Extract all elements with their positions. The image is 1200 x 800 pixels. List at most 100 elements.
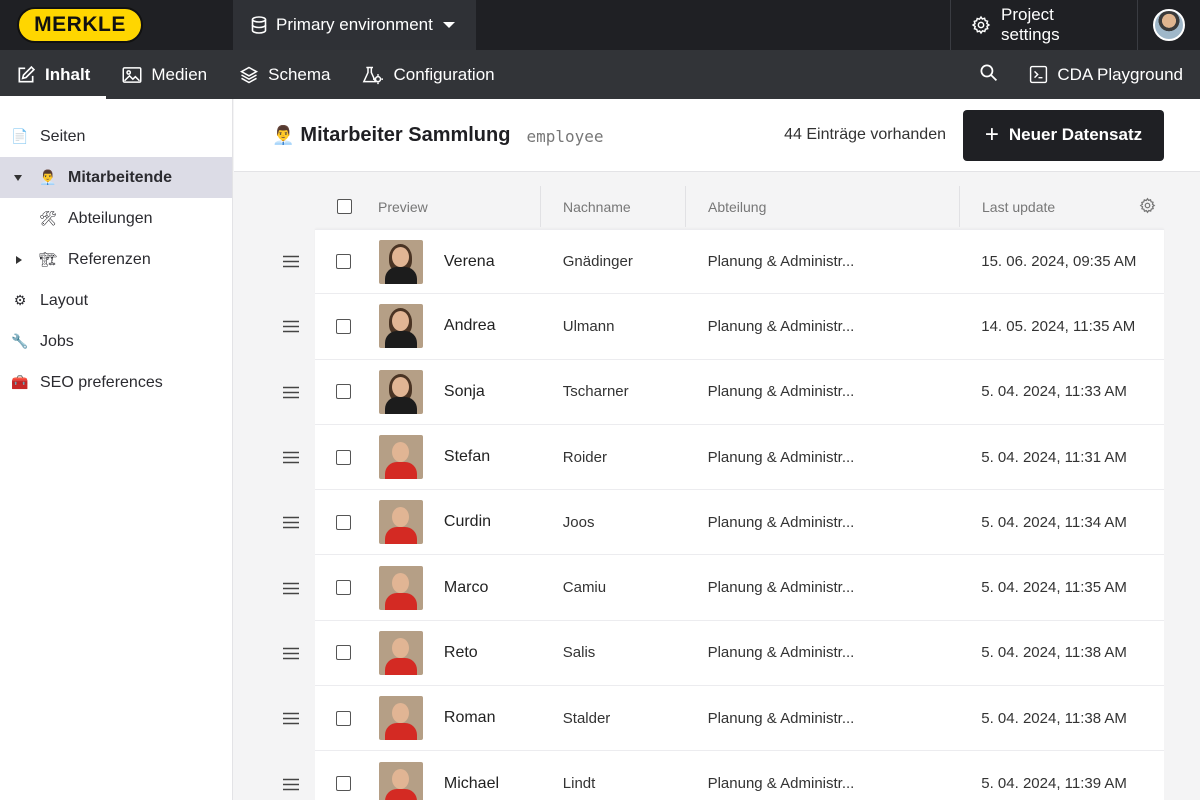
- sidebar-item-label: Referenzen: [68, 250, 151, 268]
- sidebar-item-jobs[interactable]: 🔧 Jobs: [0, 321, 232, 362]
- construction-icon: 🏗: [39, 251, 57, 267]
- drag-handle-icon[interactable]: [234, 451, 314, 464]
- environment-label: Primary environment: [276, 15, 433, 34]
- nav-tab-schema[interactable]: Schema: [223, 50, 346, 99]
- row-checkbox[interactable]: [336, 384, 351, 400]
- table-row[interactable]: Marco Camiu Planung & Administr... 5. 04…: [234, 555, 1200, 621]
- user-menu[interactable]: [1138, 0, 1200, 50]
- gear-icon: [971, 15, 991, 35]
- record-card[interactable]: Stefan Roider Planung & Administr... 5. …: [315, 424, 1164, 491]
- record-card[interactable]: Sonja Tscharner Planung & Administr... 5…: [315, 359, 1164, 425]
- expand-arrow-icon[interactable]: [14, 175, 22, 181]
- department: Planung & Administr...: [707, 775, 855, 793]
- new-record-label: Neuer Datensatz: [1008, 125, 1143, 144]
- cda-playground-label: CDA Playground: [1057, 64, 1183, 84]
- new-record-button[interactable]: + Neuer Datensatz: [963, 109, 1164, 161]
- table-row[interactable]: Stefan Roider Planung & Administr... 5. …: [234, 424, 1200, 491]
- table-row[interactable]: Michael Lindt Planung & Administr... 5. …: [234, 751, 1200, 800]
- record-card[interactable]: Reto Salis Planung & Administr... 5. 04.…: [315, 620, 1164, 687]
- entries-count: 44 Einträge vorhanden: [784, 126, 946, 143]
- collapse-arrow-icon[interactable]: [16, 256, 22, 264]
- nav-label: Inhalt: [45, 64, 91, 84]
- column-header-lastname[interactable]: Nachname: [540, 186, 685, 227]
- record-card[interactable]: Michael Lindt Planung & Administr... 5. …: [315, 751, 1164, 800]
- table-row[interactable]: Verena Gnädinger Planung & Administr... …: [234, 229, 1200, 295]
- row-checkbox[interactable]: [336, 514, 351, 530]
- nav-tab-inhalt[interactable]: Inhalt: [0, 50, 107, 99]
- row-checkbox[interactable]: [336, 254, 351, 270]
- cda-playground-button[interactable]: CDA Playground: [1013, 50, 1200, 99]
- nav-tab-configuration[interactable]: Configuration: [346, 50, 510, 99]
- first-name: Stefan: [443, 448, 491, 466]
- environment-selector[interactable]: Primary environment: [233, 0, 476, 50]
- record-card[interactable]: Verena Gnädinger Planung & Administr... …: [315, 229, 1164, 295]
- last-name: Stalder: [562, 709, 611, 727]
- table-row[interactable]: Sonja Tscharner Planung & Administr... 5…: [234, 359, 1200, 425]
- row-checkbox[interactable]: [336, 318, 351, 334]
- column-header-department[interactable]: Abteilung: [685, 186, 959, 227]
- table-settings-icon[interactable]: [1139, 197, 1156, 217]
- sidebar-item-abteilungen[interactable]: 🛠 Abteilungen: [0, 198, 232, 239]
- select-cell: [315, 514, 371, 530]
- portrait-body: [384, 396, 417, 414]
- portrait-body: [384, 788, 417, 800]
- last-update: 5. 04. 2024, 11:33 AM: [981, 383, 1127, 401]
- row-checkbox[interactable]: [336, 776, 351, 792]
- table-header: Preview Nachname Abteilung Last update: [314, 186, 1164, 227]
- first-name: Reto: [443, 643, 478, 661]
- image-icon: [122, 66, 142, 84]
- row-checkbox[interactable]: [336, 710, 351, 726]
- sidebar-item-mitarbeitende[interactable]: 👨‍💼 Mitarbeitende: [0, 157, 232, 198]
- table-row[interactable]: Andrea Ulmann Planung & Administr... 14.…: [234, 294, 1200, 360]
- merkle-logo[interactable]: MERKLE: [17, 7, 143, 43]
- table-row[interactable]: Roman Stalder Planung & Administr... 5. …: [234, 686, 1200, 752]
- sidebar-item-layout[interactable]: ⚙ Layout: [0, 280, 232, 321]
- preview-thumbnail: [378, 435, 423, 480]
- portrait-head: [391, 442, 409, 463]
- record-card[interactable]: Andrea Ulmann Planung & Administr... 14.…: [315, 294, 1164, 360]
- portrait-head: [391, 246, 409, 267]
- sidebar-item-seiten[interactable]: 📄 Seiten: [0, 116, 232, 157]
- sidebar: 📄 Seiten 👨‍💼 Mitarbeitende 🛠 Abteilungen…: [0, 99, 233, 800]
- drag-handle-icon[interactable]: [234, 320, 314, 333]
- sidebar-item-label: Abteilungen: [68, 209, 153, 227]
- toolbox-icon: 🧰: [11, 374, 29, 390]
- main-content: 👨‍💼 Mitarbeiter Sammlung employee 44 Ein…: [234, 99, 1200, 800]
- row-checkbox[interactable]: [336, 580, 351, 596]
- drag-handle-icon[interactable]: [234, 647, 314, 660]
- sidebar-item-referenzen[interactable]: 🏗 Referenzen: [0, 239, 232, 280]
- table-row[interactable]: Curdin Joos Planung & Administr... 5. 04…: [234, 490, 1200, 556]
- drag-handle-icon[interactable]: [234, 255, 314, 268]
- sidebar-item-seo-preferences[interactable]: 🧰 SEO preferences: [0, 362, 232, 403]
- last-update: 5. 04. 2024, 11:35 AM: [981, 579, 1127, 597]
- portrait-head: [391, 703, 409, 724]
- last-update: 5. 04. 2024, 11:31 AM: [981, 448, 1127, 466]
- table-row[interactable]: Reto Salis Planung & Administr... 5. 04.…: [234, 620, 1200, 687]
- nav-tab-medien[interactable]: Medien: [106, 50, 223, 99]
- project-settings-button[interactable]: Project settings: [950, 0, 1138, 50]
- drag-handle-icon[interactable]: [234, 712, 314, 725]
- record-card[interactable]: Roman Stalder Planung & Administr... 5. …: [315, 686, 1164, 752]
- select-all-cell: [314, 199, 370, 214]
- select-cell: [315, 710, 371, 726]
- portrait-head: [391, 768, 409, 789]
- row-checkbox[interactable]: [336, 645, 351, 661]
- drag-handle-icon[interactable]: [234, 582, 314, 595]
- drag-handle-icon[interactable]: [234, 516, 314, 529]
- select-cell: [315, 318, 371, 334]
- column-header-last-update[interactable]: Last update: [959, 186, 1164, 227]
- select-all-checkbox[interactable]: [337, 199, 352, 214]
- drag-handle-icon[interactable]: [234, 386, 314, 399]
- record-card[interactable]: Marco Camiu Planung & Administr... 5. 04…: [315, 555, 1164, 621]
- last-update: 5. 04. 2024, 11:38 AM: [981, 644, 1127, 662]
- row-checkbox[interactable]: [336, 449, 351, 465]
- drag-handle-icon[interactable]: [234, 778, 314, 791]
- records-list: Verena Gnädinger Planung & Administr... …: [234, 229, 1200, 800]
- portrait-body: [384, 266, 417, 284]
- department: Planung & Administr...: [707, 709, 855, 727]
- department: Planung & Administr...: [707, 253, 855, 271]
- avatar: [1153, 9, 1185, 41]
- search-button[interactable]: [963, 50, 1013, 99]
- column-header-preview[interactable]: Preview: [370, 186, 540, 227]
- record-card[interactable]: Curdin Joos Planung & Administr... 5. 04…: [315, 490, 1164, 556]
